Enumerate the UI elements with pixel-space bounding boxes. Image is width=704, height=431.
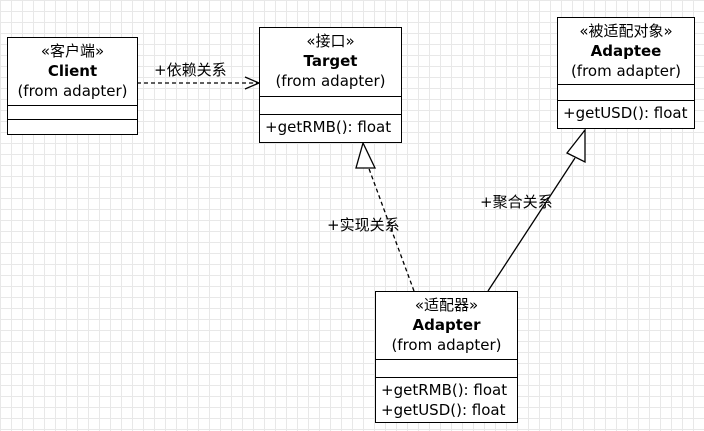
adapter-attributes: [376, 359, 517, 377]
client-name: Client: [47, 62, 98, 80]
target-operation: +getRMB(): float: [265, 118, 392, 136]
class-client[interactable]: «客户端» Client (from adapter): [7, 37, 138, 135]
aggregation-line: [487, 157, 576, 292]
adapter-operation: +getRMB(): float: [381, 381, 508, 399]
adapter-operations: +getRMB(): float +getUSD(): float: [376, 377, 517, 420]
adaptee-attributes: [558, 84, 694, 100]
target-operations: +getRMB(): float: [260, 114, 401, 137]
target-attributes: [260, 96, 401, 114]
aggregation-triangle: [565, 128, 586, 164]
adaptee-operation: +getUSD(): float: [563, 104, 688, 122]
dependency-label: +依赖关系: [154, 61, 227, 79]
client-attributes: [8, 105, 137, 119]
adaptee-stereotype: «被适配对象»: [579, 22, 673, 40]
adaptee-package: (from adapter): [570, 62, 682, 80]
class-target[interactable]: «接口» Target (from adapter) +getRMB(): fl…: [259, 27, 402, 143]
adaptee-name: Adaptee: [590, 42, 662, 60]
realization-triangle: [355, 141, 377, 169]
target-stereotype: «接口»: [306, 32, 355, 50]
adaptee-operations: +getUSD(): float: [558, 100, 694, 123]
client-operations: [8, 119, 137, 133]
adapter-operation: +getUSD(): float: [381, 401, 506, 419]
target-package: (from adapter): [275, 72, 386, 90]
client-package: (from adapter): [17, 82, 128, 100]
class-adapter[interactable]: «适配器» Adapter (from adapter) +getRMB(): …: [375, 291, 518, 423]
adapter-package: (from adapter): [391, 336, 502, 354]
adapter-name: Adapter: [412, 316, 481, 334]
client-stereotype: «客户端»: [40, 42, 105, 60]
aggregation-label: +聚合关系: [480, 193, 553, 211]
adapter-stereotype: «适配器»: [414, 296, 479, 314]
realization-label: +实现关系: [327, 216, 400, 234]
class-adaptee[interactable]: «被适配对象» Adaptee (from adapter) +getUSD()…: [557, 17, 695, 129]
target-name: Target: [303, 52, 358, 70]
